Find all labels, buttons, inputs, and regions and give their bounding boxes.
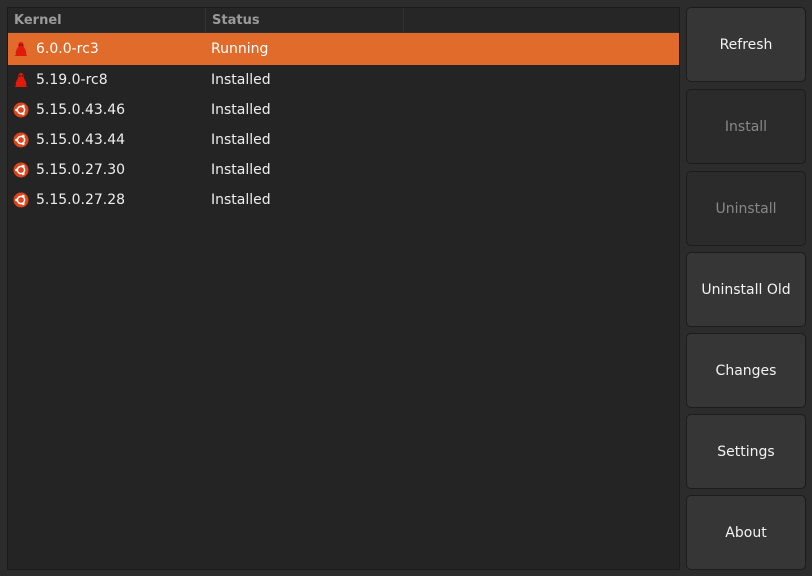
kernel-version: 6.0.0-rc3 [36,41,99,57]
table-row[interactable]: 5.15.0.27.30 Installed [8,155,679,185]
ubuntu-icon [13,132,29,148]
uninstall-old-button[interactable]: Uninstall Old [686,252,806,327]
changes-button[interactable]: Changes [686,333,806,408]
table-row[interactable]: 5.15.0.27.28 Installed [8,185,679,215]
kernel-version: 5.15.0.43.46 [36,102,126,118]
kernel-version: 5.15.0.43.44 [36,132,126,148]
table-row[interactable]: 5.15.0.43.44 Installed [8,125,679,155]
kernel-cell: 6.0.0-rc3 [8,41,206,57]
kernel-list[interactable]: Kernel Status 6.0.0-rc3 Running 5.19.0-rc8… [7,7,680,570]
tux-icon [13,41,29,57]
kernel-version: 5.15.0.27.28 [36,192,126,208]
table-row[interactable]: 5.15.0.43.46 Installed [8,95,679,125]
status-cell: Installed [211,162,271,178]
refresh-button[interactable]: Refresh [686,7,806,82]
status-cell: Running [211,41,269,57]
kernel-version: 5.15.0.27.30 [36,162,126,178]
kernel-cell: 5.15.0.43.46 [8,102,206,118]
ubuntu-icon [13,162,29,178]
column-header-kernel[interactable]: Kernel [8,8,206,32]
uninstall-button[interactable]: Uninstall [686,171,806,246]
kernel-cell: 5.15.0.27.30 [8,162,206,178]
status-cell: Installed [211,102,271,118]
kernel-cell: 5.19.0-rc8 [8,72,206,88]
table-row[interactable]: 5.19.0-rc8 Installed [8,65,679,95]
settings-button[interactable]: Settings [686,414,806,489]
ubuntu-icon [13,192,29,208]
about-button[interactable]: About [686,495,806,570]
tux-icon [13,72,29,88]
status-cell: Installed [211,192,271,208]
list-header: Kernel Status [8,8,679,33]
status-cell: Installed [211,72,271,88]
table-row[interactable]: 6.0.0-rc3 Running [8,33,679,65]
kernel-cell: 5.15.0.27.28 [8,192,206,208]
install-button[interactable]: Install [686,89,806,164]
column-header-status[interactable]: Status [206,8,404,32]
kernel-cell: 5.15.0.43.44 [8,132,206,148]
status-cell: Installed [211,132,271,148]
ubuntu-icon [13,102,29,118]
kernel-version: 5.19.0-rc8 [36,72,108,88]
